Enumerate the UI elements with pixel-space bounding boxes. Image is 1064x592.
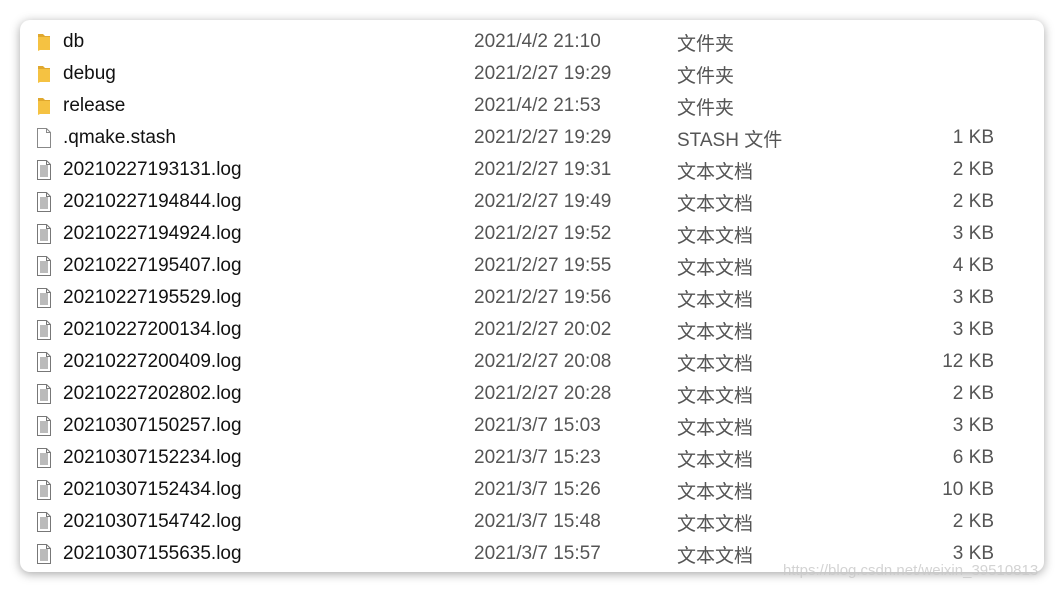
file-size: 2 KB (952, 511, 994, 532)
file-type: 文本文档 (677, 321, 754, 343)
file-date: 2021/3/7 15:23 (474, 447, 601, 468)
folder-icon (35, 32, 53, 52)
file-name: 20210307155635.log (63, 543, 242, 564)
file-row[interactable]: 20210227194924.log 2021/2/27 19:52 文本文档 … (20, 218, 1044, 250)
text-file-icon (35, 352, 53, 372)
text-file-icon (35, 448, 53, 468)
file-name: 20210307150257.log (63, 415, 242, 436)
file-name: 20210227200409.log (63, 351, 242, 372)
file-name: db (63, 31, 85, 52)
file-name: 20210307152234.log (63, 447, 242, 468)
file-row[interactable]: 20210227193131.log 2021/2/27 19:31 文本文档 … (20, 154, 1044, 186)
text-file-icon (35, 256, 53, 276)
text-file-icon (35, 384, 53, 404)
file-date: 2021/2/27 20:28 (474, 383, 612, 404)
file-row[interactable]: 20210227195529.log 2021/2/27 19:56 文本文档 … (20, 282, 1044, 314)
text-file-icon (35, 512, 53, 532)
file-size: 3 KB (952, 287, 994, 308)
file-name: 20210307154742.log (63, 511, 242, 532)
file-size: 3 KB (952, 223, 994, 244)
text-file-icon (35, 480, 53, 500)
text-file-icon (35, 192, 53, 212)
file-type: 文本文档 (677, 193, 754, 215)
file-name: 20210227193131.log (63, 159, 242, 180)
file-name: 20210227200134.log (63, 319, 242, 340)
file-type: 文本文档 (677, 353, 754, 375)
file-type: 文本文档 (677, 257, 754, 279)
file-size: 2 KB (952, 383, 994, 404)
text-file-icon (35, 320, 53, 340)
file-type: 文本文档 (677, 545, 754, 567)
folder-icon (35, 96, 53, 116)
file-row[interactable]: 20210307152434.log 2021/3/7 15:26 文本文档 1… (20, 474, 1044, 506)
file-size: 4 KB (952, 255, 994, 276)
file-row[interactable]: 20210307152234.log 2021/3/7 15:23 文本文档 6… (20, 442, 1044, 474)
file-size: 2 KB (952, 191, 994, 212)
file-date: 2021/2/27 19:55 (474, 255, 612, 276)
file-type: 文本文档 (677, 385, 754, 407)
file-size: 2 KB (952, 159, 994, 180)
file-name: 20210227194844.log (63, 191, 242, 212)
file-type: 文本文档 (677, 417, 754, 439)
file-list: db 2021/4/2 21:10 文件夹 debug 2021/2/27 19… (20, 20, 1044, 572)
file-name: debug (63, 63, 116, 84)
file-date: 2021/3/7 15:57 (474, 543, 601, 564)
file-row[interactable]: 20210307154742.log 2021/3/7 15:48 文本文档 2… (20, 506, 1044, 538)
file-date: 2021/2/27 19:56 (474, 287, 612, 308)
file-row[interactable]: 20210227200409.log 2021/2/27 20:08 文本文档 … (20, 346, 1044, 378)
file-type: 文件夹 (677, 97, 735, 119)
file-type: 文本文档 (677, 289, 754, 311)
folder-icon (35, 64, 53, 84)
file-type: 文件夹 (677, 65, 735, 87)
file-size: 1 KB (952, 127, 994, 148)
file-date: 2021/2/27 19:52 (474, 223, 612, 244)
file-size: 6 KB (952, 447, 994, 468)
file-date: 2021/3/7 15:48 (474, 511, 601, 532)
watermark: https://blog.csdn.net/weixin_39510813 (783, 562, 1039, 579)
file-name: 20210307152434.log (63, 479, 242, 500)
file-row[interactable]: release 2021/4/2 21:53 文件夹 (20, 90, 1044, 122)
file-name: 20210227195529.log (63, 287, 242, 308)
file-type: 文本文档 (677, 481, 754, 503)
file-date: 2021/4/2 21:10 (474, 31, 601, 52)
file-row[interactable]: 20210307150257.log 2021/3/7 15:03 文本文档 3… (20, 410, 1044, 442)
text-file-icon (35, 416, 53, 436)
file-date: 2021/3/7 15:26 (474, 479, 601, 500)
file-name: 20210227202802.log (63, 383, 242, 404)
file-date: 2021/2/27 19:29 (474, 127, 612, 148)
file-type: 文本文档 (677, 513, 754, 535)
file-icon (35, 128, 53, 148)
file-type: 文件夹 (677, 33, 735, 55)
file-row[interactable]: debug 2021/2/27 19:29 文件夹 (20, 58, 1044, 90)
file-type: 文本文档 (677, 449, 754, 471)
file-size: 3 KB (952, 319, 994, 340)
file-size: 3 KB (952, 415, 994, 436)
file-size: 12 KB (942, 351, 994, 372)
file-row[interactable]: 20210227200134.log 2021/2/27 20:02 文本文档 … (20, 314, 1044, 346)
file-type: 文本文档 (677, 161, 754, 183)
text-file-icon (35, 544, 53, 564)
file-type: STASH 文件 (677, 129, 783, 151)
file-date: 2021/2/27 20:02 (474, 319, 612, 340)
file-row[interactable]: db 2021/4/2 21:10 文件夹 (20, 26, 1044, 58)
file-date: 2021/2/27 19:49 (474, 191, 612, 212)
text-file-icon (35, 288, 53, 308)
file-name: .qmake.stash (63, 127, 176, 148)
file-date: 2021/2/27 20:08 (474, 351, 612, 372)
file-name: 20210227195407.log (63, 255, 242, 276)
file-row[interactable]: 20210227195407.log 2021/2/27 19:55 文本文档 … (20, 250, 1044, 282)
text-file-icon (35, 224, 53, 244)
file-size: 10 KB (942, 479, 994, 500)
file-date: 2021/4/2 21:53 (474, 95, 601, 116)
file-name: release (63, 95, 126, 116)
text-file-icon (35, 160, 53, 180)
file-row[interactable]: 20210227202802.log 2021/2/27 20:28 文本文档 … (20, 378, 1044, 410)
file-type: 文本文档 (677, 225, 754, 247)
file-row[interactable]: 20210227194844.log 2021/2/27 19:49 文本文档 … (20, 186, 1044, 218)
file-date: 2021/2/27 19:29 (474, 63, 612, 84)
file-date: 2021/3/7 15:03 (474, 415, 601, 436)
file-row[interactable]: .qmake.stash 2021/2/27 19:29 STASH 文件 1 … (20, 122, 1044, 154)
file-name: 20210227194924.log (63, 223, 242, 244)
file-date: 2021/2/27 19:31 (474, 159, 612, 180)
